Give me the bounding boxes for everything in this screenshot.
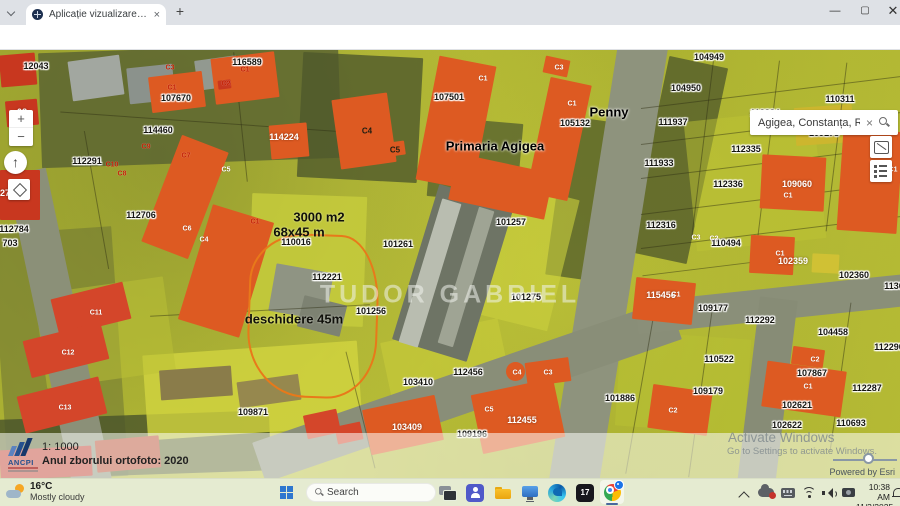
map-info-band: ANCPI 1: 1000 Anul zborului ortofoto: 20… [0, 430, 900, 478]
parcel-label: 112287 [852, 383, 882, 393]
activate-windows-subtext: Go to Settings to activate Windows. [727, 446, 877, 457]
task-view-button[interactable] [436, 482, 458, 504]
clock-date: 11/3/2025 [856, 502, 893, 506]
taskbar-clock[interactable]: 10:38 AM 11/3/2025 [856, 482, 893, 506]
volume-icon[interactable] [822, 488, 837, 498]
parcel-label: 110311 [825, 94, 855, 104]
app-17-icon: 17 [576, 484, 594, 502]
map-watermark: TUDOR GABRIEL [319, 280, 581, 309]
map-shape [749, 234, 795, 276]
map-shape [217, 79, 232, 90]
taskbar-search-placeholder: Search [327, 487, 359, 498]
parcel-label: 110693 [836, 418, 866, 428]
map-shape [0, 52, 38, 88]
weather-icon [6, 483, 26, 501]
map-canvas[interactable]: 1204308274311278470311658910767011446011… [0, 50, 900, 478]
compass-button[interactable]: ↑ [4, 151, 27, 174]
wifi-icon[interactable] [802, 487, 816, 498]
file-explorer-button[interactable] [492, 482, 514, 504]
building-label: C8 [117, 170, 127, 178]
map-shape [631, 276, 697, 326]
browser-tab-bar: Aplicație vizualizare imobile × + — ▢ ✕ [0, 0, 900, 25]
desktop: Aplicație vizualizare imobile × + — ▢ ✕ … [0, 0, 900, 506]
browser-tab[interactable]: Aplicație vizualizare imobile × [26, 4, 166, 25]
map-scale-text: 1: 1000 [42, 441, 79, 453]
zoom-out-button[interactable]: − [9, 128, 33, 145]
map-shape [159, 365, 233, 401]
new-tab-button[interactable]: + [172, 4, 188, 20]
activate-windows-text: Activate Windows [728, 430, 835, 445]
legend-button[interactable] [870, 160, 892, 182]
selected-parcel-outline[interactable] [245, 231, 381, 401]
weather-desc: Mostly cloudy [30, 492, 85, 502]
ortho-year-text: Anul zborului ortofoto: 2020 [42, 455, 189, 467]
site-favicon [32, 9, 43, 20]
map-shape [210, 51, 280, 105]
map-shape [506, 362, 525, 381]
zoom-in-button[interactable]: + [9, 110, 33, 128]
keyboard-icon[interactable] [781, 488, 795, 498]
map-shape [331, 92, 397, 170]
map-search-value[interactable]: Agigea, Constanța, ROU [750, 117, 860, 129]
parcel-label: 104458 [817, 327, 849, 337]
app-17-button[interactable]: 17 [574, 482, 596, 504]
map-search-box[interactable]: Agigea, Constanța, ROU × [750, 110, 898, 135]
browser-toolbar: ← → geoportal.ancpi.ro/imobile.html ☆ [0, 25, 900, 72]
taskbar-weather-widget[interactable]: 16°C Mostly cloudy [6, 481, 85, 502]
parcel-label: 101261 [382, 239, 414, 249]
teams-button[interactable] [464, 482, 486, 504]
edge-button[interactable] [546, 482, 568, 504]
search-icon [315, 488, 324, 497]
teams-icon [466, 484, 484, 502]
onedrive-alert-icon[interactable] [758, 484, 776, 499]
parcel-label: 112290 [874, 342, 900, 352]
clock-time: 10:38 AM [868, 482, 890, 502]
window-minimize-button[interactable]: — [820, 0, 850, 24]
search-clear-icon[interactable]: × [860, 116, 879, 130]
map-shape [811, 253, 840, 274]
zoom-control: + − [9, 110, 33, 146]
chrome-badge-icon [614, 480, 624, 490]
map-shape [542, 55, 571, 78]
scale-slider-handle[interactable] [863, 453, 874, 464]
weather-temp: 16°C [30, 481, 53, 492]
camera-icon[interactable] [842, 488, 855, 497]
esri-credit: Powered by Esri [829, 467, 895, 477]
tab-search-chevron-icon[interactable] [8, 9, 15, 16]
taskbar-search[interactable]: Search [306, 483, 436, 502]
basemap-icon [874, 141, 889, 154]
chrome-open-indicator [606, 503, 618, 505]
map-shape [67, 54, 125, 102]
system-monitor-button[interactable] [519, 482, 541, 504]
tab-close-icon[interactable]: × [154, 9, 160, 21]
search-icon[interactable] [879, 117, 890, 128]
legend-icon [874, 165, 877, 168]
locate-button[interactable] [8, 179, 30, 200]
locate-diamond-icon [12, 182, 27, 198]
ancpi-logo: ANCPI [7, 438, 42, 474]
start-button[interactable] [280, 486, 293, 499]
ancpi-logo-text: ANCPI [8, 458, 34, 467]
basemap-button[interactable] [870, 136, 892, 158]
map-shape [268, 122, 310, 160]
map-shape [148, 70, 206, 114]
window-close-button[interactable]: ✕ [878, 0, 900, 24]
chrome-button[interactable] [601, 480, 624, 503]
window-maximize-button[interactable]: ▢ [850, 0, 880, 24]
parcel-label: 104949 [693, 52, 725, 62]
map-shape [647, 384, 713, 436]
edge-icon [548, 484, 566, 502]
parcel-boundary-line [642, 260, 762, 277]
notifications-icon[interactable] [892, 488, 900, 498]
map-shape [759, 154, 827, 212]
tab-title: Aplicație vizualizare imobile [49, 9, 150, 20]
